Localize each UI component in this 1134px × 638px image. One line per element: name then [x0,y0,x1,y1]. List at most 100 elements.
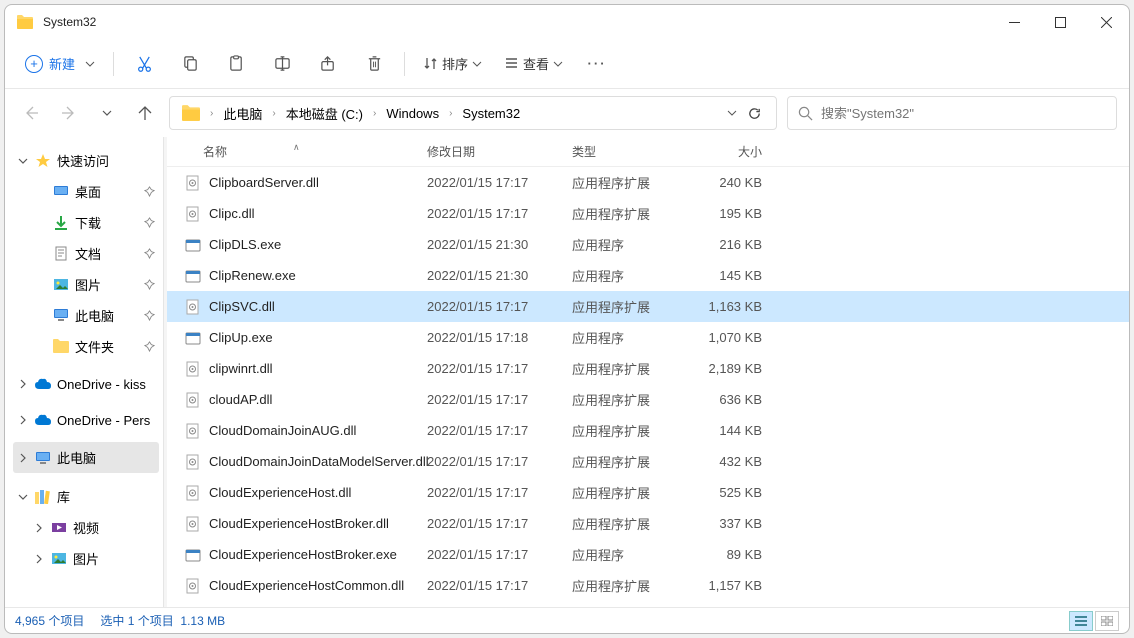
file-type: 应用程序扩展 [572,204,692,223]
file-type: 应用程序扩展 [572,390,692,409]
chevron-down-icon[interactable] [727,110,737,116]
file-row[interactable]: ClipUp.exe2022/01/15 17:18应用程序1,070 KB [167,322,1129,353]
file-row[interactable]: clipwinrt.dll2022/01/15 17:17应用程序扩展2,189… [167,353,1129,384]
pic-icon [51,551,67,567]
folder-icon [17,15,33,29]
folder-icon [53,339,69,355]
view-button[interactable]: 查看 [494,45,573,83]
file-name: CloudExperienceHostCommon.dll [209,578,404,593]
column-size[interactable]: 大小 [692,143,762,160]
file-row[interactable]: ClipRenew.exe2022/01/15 21:30应用程序145 KB [167,260,1129,291]
sidebar-item-label: 图片 [73,549,99,568]
file-icon [185,547,201,563]
more-button[interactable]: ··· [575,45,619,83]
sidebar-item-label: 图片 [75,275,101,294]
sidebar-item[interactable]: 下载 [13,207,159,238]
sidebar-item-label: 桌面 [75,182,101,201]
breadcrumb-item[interactable]: 此电脑 [217,100,268,127]
chevron-right-icon [17,379,29,389]
copy-button[interactable] [168,45,212,83]
separator [404,52,405,76]
titlebar[interactable]: System32 [5,5,1129,39]
plus-icon: + [25,55,43,73]
breadcrumb[interactable]: › 此电脑 › 本地磁盘 (C:) › Windows › System32 [169,96,777,130]
file-row[interactable]: ClipboardServer.dll2022/01/15 17:17应用程序扩… [167,167,1129,198]
file-row[interactable]: Clipc.dll2022/01/15 17:17应用程序扩展195 KB [167,198,1129,229]
pin-icon [144,248,155,259]
delete-button[interactable] [352,45,396,83]
sidebar-item-library[interactable]: 库 [13,481,159,512]
column-type[interactable]: 类型 [572,143,692,160]
file-date: 2022/01/15 17:17 [427,361,572,376]
file-size: 636 KB [692,392,762,407]
file-icon [185,268,201,284]
file-pane: 名称∧ 修改日期 类型 大小 ClipboardServer.dll2022/0… [167,137,1129,607]
minimize-button[interactable] [991,5,1037,39]
breadcrumb-item[interactable]: Windows [380,102,445,125]
forward-button[interactable] [55,99,83,127]
file-row[interactable]: CloudExperienceHostCommon.dll2022/01/15 … [167,570,1129,601]
column-name[interactable]: 名称∧ [167,143,427,160]
new-button[interactable]: + 新建 [15,48,105,79]
chevron-right-icon[interactable]: › [208,108,215,119]
file-row[interactable]: CloudDomainJoinDataModelServer.dll2022/0… [167,446,1129,477]
file-row[interactable]: CloudExperienceHostBroker.dll2022/01/15 … [167,508,1129,539]
paste-button[interactable] [214,45,258,83]
sidebar-item[interactable]: 图片 [13,543,159,574]
sidebar-item-onedrive[interactable]: OneDrive - kiss [13,370,159,398]
back-button[interactable] [17,99,45,127]
share-button[interactable] [306,45,350,83]
chevron-right-icon[interactable]: › [270,108,277,119]
sort-button[interactable]: 排序 [413,45,492,83]
file-type: 应用程序扩展 [572,514,692,533]
sidebar-item-onedrive[interactable]: OneDrive - Pers [13,406,159,434]
refresh-button[interactable] [747,106,762,121]
recent-button[interactable] [93,99,121,127]
file-row[interactable]: CloudExperienceHostBroker.exe2022/01/15 … [167,539,1129,570]
sidebar-item[interactable]: 此电脑 [13,300,159,331]
file-name: CloudExperienceHostBroker.dll [209,516,389,531]
address-row: › 此电脑 › 本地磁盘 (C:) › Windows › System32 [5,89,1129,137]
sidebar-item-this-pc[interactable]: 此电脑 [13,442,159,473]
breadcrumb-item[interactable]: 本地磁盘 (C:) [280,100,369,127]
file-row[interactable]: CloudExperienceHost.dll2022/01/15 17:17应… [167,477,1129,508]
file-type: 应用程序 [572,266,692,285]
search-box[interactable] [787,96,1117,130]
view-icons-button[interactable] [1095,611,1119,631]
sidebar-item[interactable]: 文档 [13,238,159,269]
pin-icon [144,186,155,197]
chevron-right-icon[interactable]: › [371,108,378,119]
rename-button[interactable] [260,45,304,83]
up-button[interactable] [131,99,159,127]
file-row[interactable]: ClipDLS.exe2022/01/15 21:30应用程序216 KB [167,229,1129,260]
folder-icon[interactable] [176,101,206,125]
pc-icon [35,450,51,466]
sidebar-item[interactable]: 图片 [13,269,159,300]
sidebar-item-quick-access[interactable]: 快速访问 [13,145,159,176]
search-input[interactable] [821,106,1106,121]
breadcrumb-item[interactable]: System32 [456,102,526,125]
file-date: 2022/01/15 17:17 [427,299,572,314]
file-row[interactable]: ClipSVC.dll2022/01/15 17:17应用程序扩展1,163 K… [167,291,1129,322]
status-items: 4,965 个项目 [15,612,84,629]
file-list[interactable]: ClipboardServer.dll2022/01/15 17:17应用程序扩… [167,167,1129,607]
cut-button[interactable] [122,45,166,83]
file-row[interactable]: cloudAP.dll2022/01/15 17:17应用程序扩展636 KB [167,384,1129,415]
sidebar-item[interactable]: 文件夹 [13,331,159,362]
pc-icon [53,308,69,324]
file-icon [185,299,201,315]
file-row[interactable]: CloudDomainJoinAUG.dll2022/01/15 17:17应用… [167,415,1129,446]
maximize-button[interactable] [1037,5,1083,39]
sidebar-item[interactable]: 桌面 [13,176,159,207]
toolbar: + 新建 排序 查看 ··· [5,39,1129,89]
view-details-button[interactable] [1069,611,1093,631]
file-date: 2022/01/15 21:30 [427,237,572,252]
file-date: 2022/01/15 17:17 [427,547,572,562]
column-date[interactable]: 修改日期 [427,143,572,160]
window-title: System32 [43,15,96,29]
sidebar-item[interactable]: 视频 [13,512,159,543]
chevron-right-icon [17,453,29,463]
file-name: ClipSVC.dll [209,299,275,314]
chevron-right-icon[interactable]: › [447,108,454,119]
close-button[interactable] [1083,5,1129,39]
